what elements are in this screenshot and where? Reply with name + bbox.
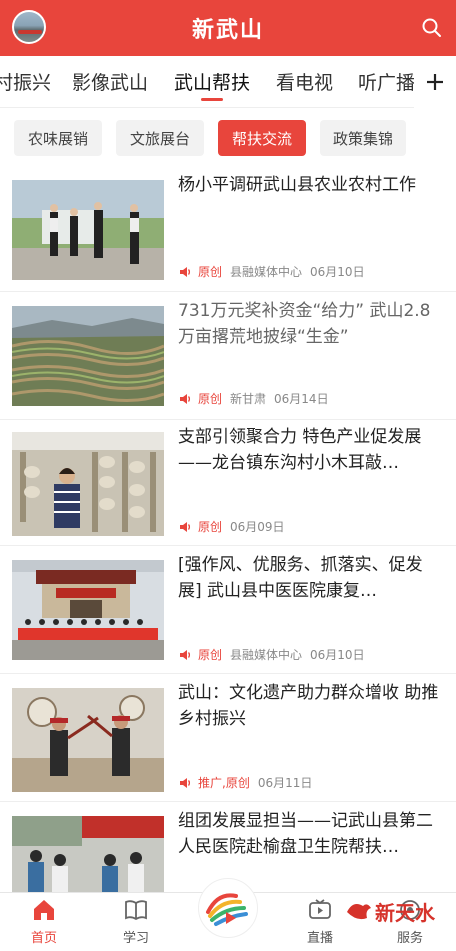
tab-wushan-assistance[interactable]: 武山帮扶 <box>174 68 250 95</box>
news-source: 县融媒体中心 <box>230 265 303 279</box>
news-meta: 原创 县融媒体中心 06月10日 <box>178 646 365 663</box>
news-date: 06月09日 <box>230 520 285 534</box>
news-title: 支部引领聚合力 特色产业促发展——龙台镇东沟村小木耳敲… <box>178 427 422 473</box>
nav-home[interactable]: 首页 <box>14 897 74 951</box>
app-title: 新武山 <box>191 18 264 43</box>
news-meta: 原创 06月09日 <box>178 518 285 535</box>
news-item[interactable]: 支部引领聚合力 特色产业促发展——龙台镇东沟村小木耳敲… 原创 06月09日 <box>0 420 456 546</box>
news-source: 新甘肃 <box>230 392 267 406</box>
news-source: 县融媒体中心 <box>230 648 303 662</box>
news-thumbnail <box>12 180 164 280</box>
tab-watch-tv[interactable]: 看电视 <box>276 68 333 95</box>
speaker-icon[interactable] <box>178 392 192 406</box>
watermark-text: 新天水 <box>375 901 436 925</box>
news-thumbnail <box>12 560 164 660</box>
news-title: 武山：文化遗产助力群众增收 助推乡村振兴 <box>178 683 439 729</box>
news-thumbnail <box>12 306 164 406</box>
news-title: [强作风、优服务、抓落实、促发展] 武山县中医医院康复… <box>178 555 423 601</box>
news-meta: 原创 县融媒体中心 06月10日 <box>178 263 365 280</box>
news-date: 06月10日 <box>310 648 365 662</box>
subtab-assistance-exchange[interactable]: 帮扶交流 <box>218 120 306 156</box>
news-meta: 原创 新甘肃 06月14日 <box>178 390 329 407</box>
center-logo-button[interactable] <box>198 878 258 938</box>
nav-home-label: 首页 <box>30 931 57 946</box>
news-item[interactable]: [强作风、优服务、抓落实、促发展] 武山县中医医院康复… 原创 县融媒体中心 0… <box>0 546 456 674</box>
add-channel-icon[interactable] <box>414 56 456 108</box>
news-tag: 原创 <box>198 520 223 534</box>
news-title: 组团发展显担当——记武山县第二人民医院赴榆盘卫生院帮扶… <box>178 811 433 857</box>
tab-wushan-images[interactable]: 影像武山 <box>72 68 148 95</box>
news-meta: 推广,原创 06月11日 <box>178 774 312 791</box>
speaker-icon[interactable] <box>178 265 192 279</box>
subtab-farm-products[interactable]: 农味展销 <box>14 120 102 156</box>
news-date: 06月14日 <box>274 392 329 406</box>
active-tab-indicator <box>201 98 223 101</box>
news-date: 06月11日 <box>257 776 313 790</box>
news-title: 731万元奖补资金“给力” 武山2.8万亩撂荒地披绿“生金” <box>178 301 431 347</box>
news-tag: 原创 <box>198 265 223 279</box>
nav-study[interactable]: 学习 <box>106 897 166 951</box>
channel-tabs: 村振兴 影像武山 武山帮扶 看电视 听广播 <box>0 56 456 108</box>
speaker-icon[interactable] <box>178 776 192 790</box>
news-item[interactable]: 731万元奖补资金“给力” 武山2.8万亩撂荒地披绿“生金” 原创 新甘肃 06… <box>0 292 456 420</box>
news-title: 杨小平调研武山县农业农村工作 <box>178 175 416 195</box>
home-icon <box>34 900 54 920</box>
news-item[interactable]: 杨小平调研武山县农业农村工作 原创 县融媒体中心 06月10日 <box>0 170 456 292</box>
news-thumbnail <box>12 432 164 536</box>
news-tag: 推广,原创 <box>198 776 250 790</box>
book-icon <box>125 900 147 921</box>
tv-icon <box>309 899 331 919</box>
news-thumbnail <box>12 688 164 792</box>
nav-live-label: 直播 <box>306 931 333 946</box>
nav-service-label: 服务 <box>396 931 423 946</box>
search-icon[interactable] <box>420 16 444 40</box>
news-tag: 原创 <box>198 648 223 662</box>
top-header: 新武山 <box>0 0 456 56</box>
news-thumbnail <box>12 816 164 892</box>
subtab-policy-collection[interactable]: 政策集锦 <box>320 120 406 156</box>
tab-listen-radio[interactable]: 听广播 <box>358 68 415 95</box>
subcategory-tabs: 农味展销 文旅展台 帮扶交流 政策集锦 <box>0 108 456 170</box>
speaker-icon[interactable] <box>178 648 192 662</box>
news-date: 06月10日 <box>310 265 365 279</box>
watermark-logo: 新天水 <box>343 898 443 926</box>
news-tag: 原创 <box>198 392 223 406</box>
app-logo-icon <box>204 884 252 932</box>
tab-rural-revitalization[interactable]: 村振兴 <box>0 68 51 95</box>
nav-study-label: 学习 <box>122 931 149 946</box>
user-avatar[interactable] <box>12 10 46 44</box>
news-item[interactable]: 武山：文化遗产助力群众增收 助推乡村振兴 推广,原创 06月11日 <box>0 674 456 802</box>
nav-live[interactable]: 直播 <box>290 897 350 951</box>
speaker-icon[interactable] <box>178 520 192 534</box>
subtab-culture-tourism[interactable]: 文旅展台 <box>116 120 204 156</box>
